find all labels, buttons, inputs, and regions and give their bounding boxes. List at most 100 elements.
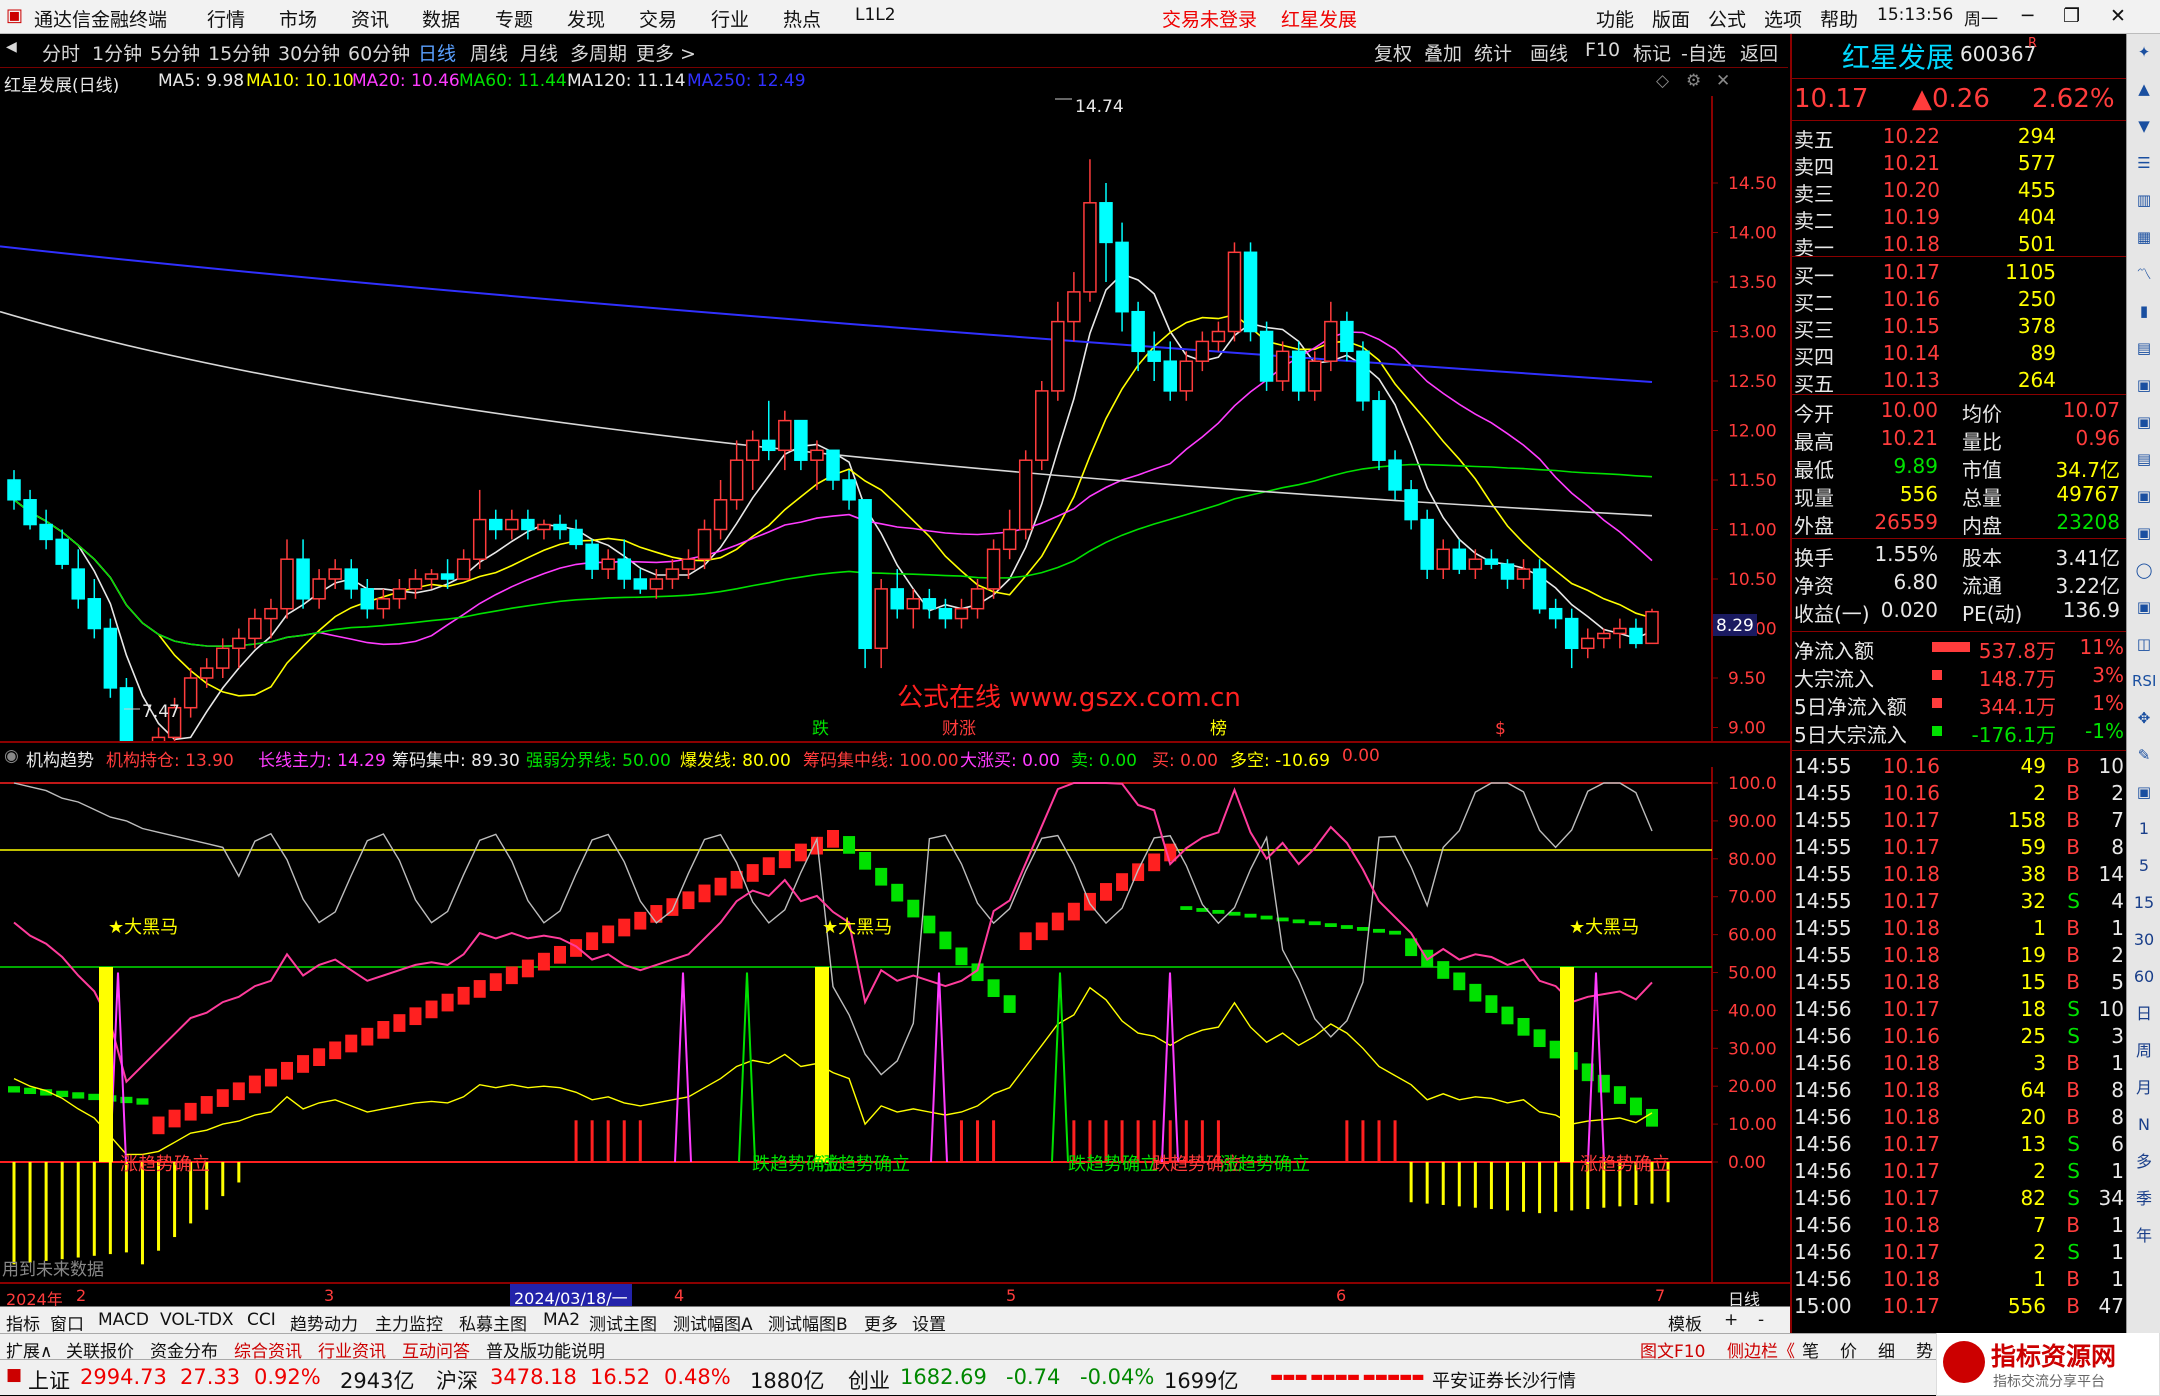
month-icon[interactable]: 15 — [2132, 891, 2156, 915]
menu-trade[interactable]: 交易 — [639, 5, 677, 32]
list-icon[interactable]: ☰ — [2132, 151, 2156, 175]
tab-private-main[interactable]: 私募主图 — [459, 1310, 527, 1335]
tab-period-multi[interactable]: 多周期 — [570, 39, 627, 66]
tab-settings[interactable]: 设置 — [912, 1310, 946, 1335]
tab-period-weekly[interactable]: 周线 — [470, 39, 508, 66]
move-icon[interactable]: ✥ — [2132, 706, 2156, 730]
remove-watchlist-button[interactable]: -自选 — [1681, 39, 1726, 66]
collapse-icon[interactable]: ◀ — [6, 39, 17, 55]
num-1-icon[interactable]: 月 — [2132, 1076, 2156, 1100]
week-icon[interactable]: 5 — [2132, 854, 2156, 878]
menu-hot[interactable]: 热点 — [783, 5, 821, 32]
candle-icon[interactable]: ▮ — [2132, 299, 2156, 323]
doc-icon[interactable]: ▤ — [2132, 336, 2156, 360]
minimize-icon[interactable]: ─ — [2022, 5, 2033, 27]
menu-data[interactable]: 数据 — [422, 5, 460, 32]
tab-test-b[interactable]: 测试幅图B — [768, 1310, 848, 1335]
stat-row: 今开 10.00 均价 10.07 — [1794, 398, 2120, 426]
f-icon[interactable]: ▣ — [2132, 410, 2156, 434]
options-icon[interactable]: ⚙ — [1686, 71, 1701, 91]
f5-icon[interactable]: ▣ — [2132, 780, 2156, 804]
main-price-chart[interactable]: 14.50 14.00 13.50 13.00 12.50 12.00 11.50 11.00… — [0, 96, 1790, 741]
restore-icon[interactable]: ❐ — [2063, 5, 2080, 27]
close-chart-icon[interactable]: ✕ — [1716, 71, 1730, 91]
menu-industry[interactable]: 行业 — [711, 5, 749, 32]
year-n-icon[interactable]: 30 — [2132, 928, 2156, 952]
down-arrow-icon[interactable]: ▼ — [2132, 114, 2156, 138]
tab-test-main[interactable]: 测试主图 — [589, 1310, 657, 1335]
circle-icon[interactable]: ◯ — [2132, 558, 2156, 582]
f3-icon[interactable]: ▣ — [2132, 521, 2156, 545]
multi-icon[interactable]: 60 — [2132, 965, 2156, 989]
add-window-button[interactable]: + — [1724, 1310, 1738, 1330]
chart-icon[interactable]: ◫ — [2132, 632, 2156, 656]
tab-period-15min[interactable]: 15分钟 — [208, 39, 270, 66]
up-arrow-icon[interactable]: ▲ — [2132, 77, 2156, 101]
menu-news[interactable]: 资讯 — [351, 5, 389, 32]
year-icon[interactable]: 周 — [2132, 1039, 2156, 1063]
tab-cci[interactable]: CCI — [247, 1310, 276, 1330]
menu-market[interactable]: 市场 — [279, 5, 317, 32]
pen-icon[interactable]: ✎ — [2132, 743, 2156, 767]
tab-period-1min[interactable]: 1分钟 — [92, 39, 142, 66]
pin-icon[interactable]: ✦ — [2132, 40, 2156, 64]
tab-window[interactable]: 窗口 — [50, 1310, 84, 1335]
trade-login-status[interactable]: 交易未登录 — [1162, 5, 1257, 32]
num-30-icon[interactable]: 季 — [2132, 1187, 2156, 1211]
menu-topics[interactable]: 专题 — [495, 5, 533, 32]
remove-window-button[interactable]: - — [1758, 1310, 1764, 1330]
indicator-toggle-icon[interactable]: ◉ — [4, 746, 19, 766]
tab-trend-power[interactable]: 趋势动力 — [290, 1310, 358, 1335]
rsi-icon[interactable]: RSI — [2132, 669, 2156, 693]
candle-body — [328, 568, 342, 580]
stats-button[interactable]: 统计 — [1474, 39, 1512, 66]
diamond-icon[interactable]: ◇ — [1656, 71, 1669, 91]
tab-test-a[interactable]: 测试幅图A — [673, 1310, 753, 1335]
quarter-icon[interactable]: 日 — [2132, 1002, 2156, 1026]
close-icon[interactable]: ✕ — [2110, 5, 2126, 27]
tab-indicator[interactable]: 指标 — [6, 1310, 40, 1335]
f2-icon[interactable]: ▣ — [2132, 484, 2156, 508]
grid-icon[interactable]: ▦ — [2132, 225, 2156, 249]
f10-button[interactable]: F10 — [1585, 39, 1620, 61]
menu-help[interactable]: 帮助 — [1820, 5, 1858, 32]
tab-period-5min[interactable]: 5分钟 — [150, 39, 200, 66]
num-60-icon[interactable]: 年 — [2132, 1224, 2156, 1248]
f4-icon[interactable]: ▣ — [2132, 595, 2156, 619]
tab-period-60min[interactable]: 60分钟 — [348, 39, 410, 66]
tab-period-timeshare[interactable]: 分时 — [42, 39, 80, 66]
back-button[interactable]: 返回 — [1740, 39, 1778, 66]
tab-period-30min[interactable]: 30分钟 — [278, 39, 340, 66]
tab-more[interactable]: 更多 — [864, 1310, 898, 1335]
doc2-icon[interactable]: ▤ — [2132, 447, 2156, 471]
tab-macd[interactable]: MACD — [98, 1310, 149, 1330]
draw-button[interactable]: 画线 — [1530, 39, 1568, 66]
tab-period-more[interactable]: 更多 > — [636, 39, 696, 66]
menu-layout[interactable]: 版面 — [1652, 5, 1690, 32]
template-button[interactable]: 模板 — [1668, 1310, 1702, 1335]
hs-index-name[interactable]: 沪深 — [436, 1365, 478, 1395]
indicator-chart[interactable]: 100.0 90.00 80.00 70.00 60.00 50.00 40.00 30.00… — [0, 767, 1790, 1282]
menu-discover[interactable]: 发现 — [567, 5, 605, 32]
menu-l1l2[interactable]: L1L2 — [855, 5, 896, 25]
tab-vol[interactable]: VOL-TDX — [160, 1310, 234, 1330]
mark-button[interactable]: 标记 — [1633, 39, 1671, 66]
menu-formula[interactable]: 公式 — [1708, 5, 1746, 32]
line-chart-icon[interactable]: 〽 — [2132, 262, 2156, 286]
tab-main-monitor[interactable]: 主力监控 — [375, 1310, 443, 1335]
overlay-button[interactable]: 叠加 — [1424, 39, 1462, 66]
cy-index-name[interactable]: 创业 — [848, 1365, 890, 1395]
sh-index-name[interactable]: 上证 — [28, 1365, 70, 1395]
menu-options[interactable]: 选项 — [1764, 5, 1802, 32]
menu-quotes[interactable]: 行情 — [207, 5, 245, 32]
num-15-icon[interactable]: 多 — [2132, 1150, 2156, 1174]
f10-icon[interactable]: ▣ — [2132, 373, 2156, 397]
tab-ma2[interactable]: MA2 — [543, 1310, 580, 1330]
num-5-icon[interactable]: N — [2132, 1113, 2156, 1137]
bar-chart-icon[interactable]: ▥ — [2132, 188, 2156, 212]
tab-period-monthly[interactable]: 月线 — [520, 39, 558, 66]
menu-function[interactable]: 功能 — [1596, 5, 1634, 32]
day-icon[interactable]: 1 — [2132, 817, 2156, 841]
tab-period-daily[interactable]: 日线 — [418, 39, 456, 66]
adjust-button[interactable]: 复权 — [1374, 39, 1412, 66]
